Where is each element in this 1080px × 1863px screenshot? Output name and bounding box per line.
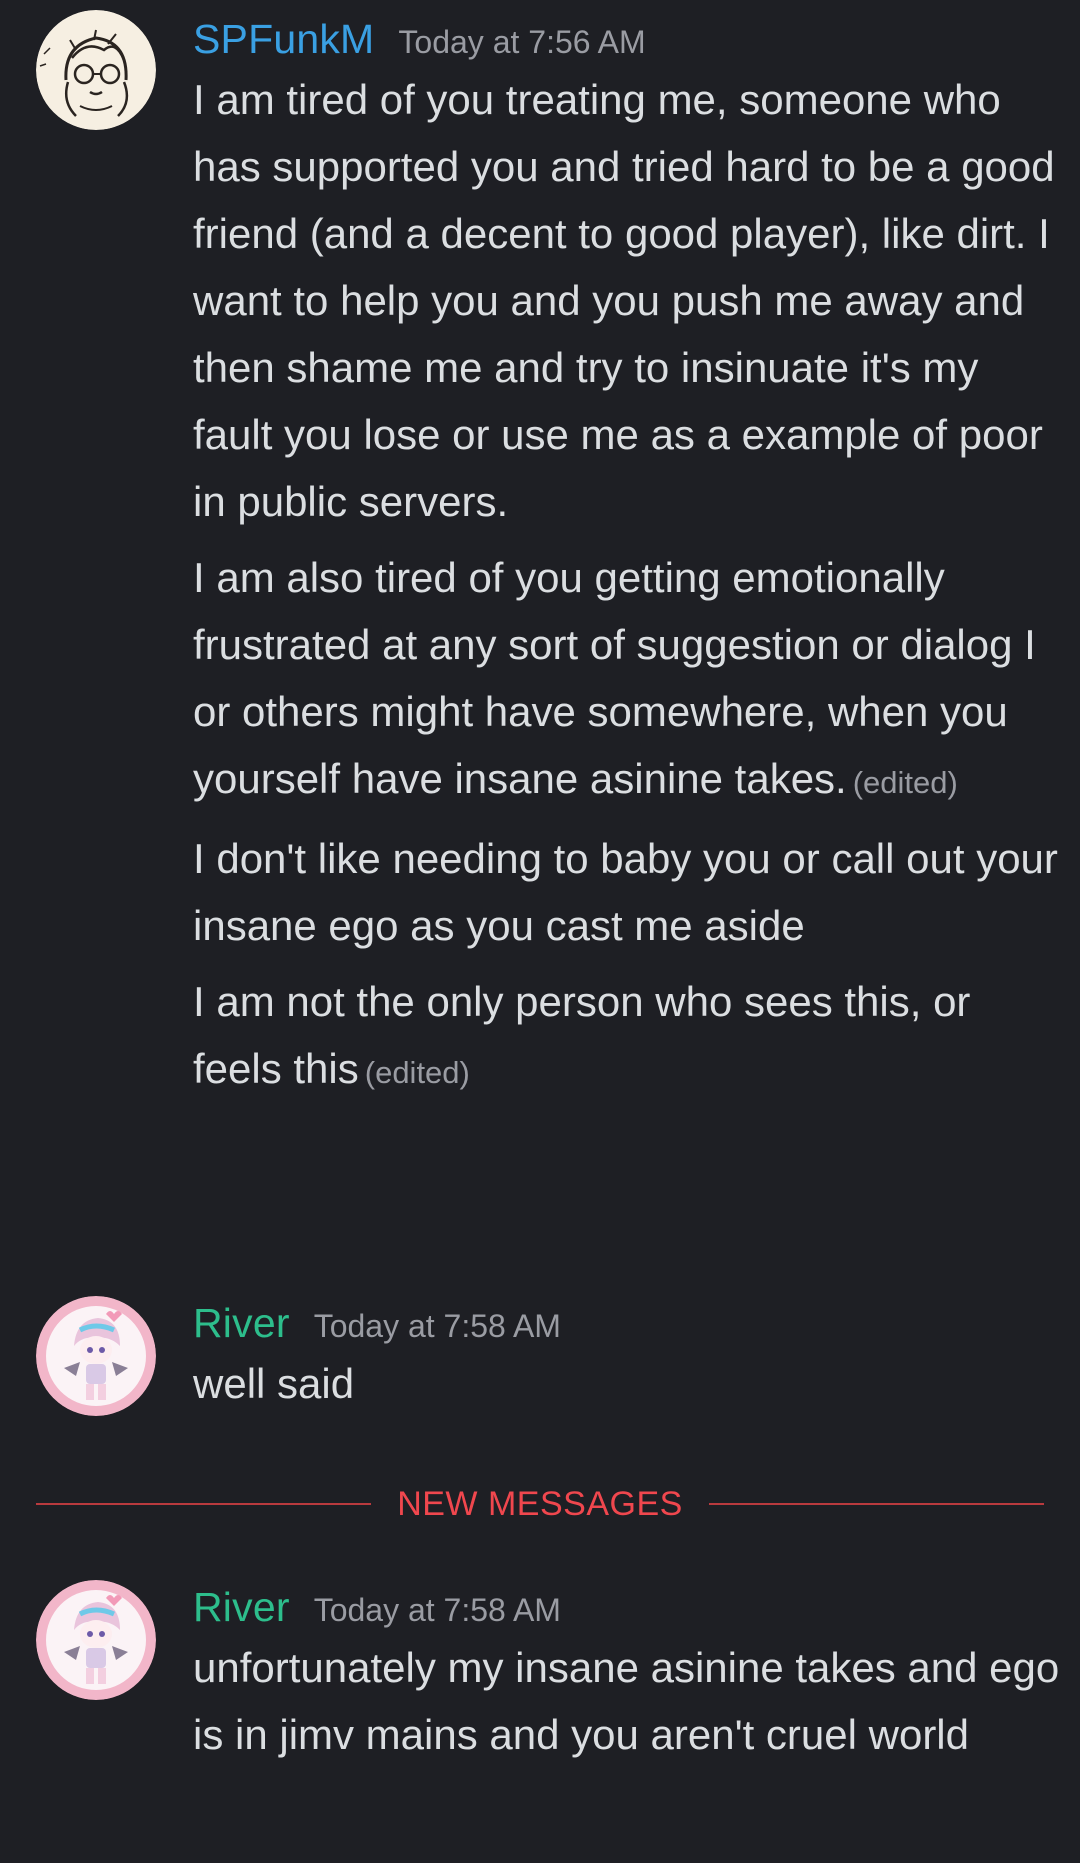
message-header: SPFunkM Today at 7:56 AM [193,16,1062,66]
timestamp: Today at 7:58 AM [313,1592,561,1628]
edited-indicator: (edited) [852,765,958,800]
message-header: River Today at 7:58 AM [193,1584,1062,1634]
message-header: River Today at 7:58 AM [193,1300,1062,1350]
message-text: unfortunately my insane asinine takes an… [193,1644,1060,1758]
username[interactable]: SPFunkM [193,16,374,63]
username[interactable]: River [193,1584,290,1631]
sketch-avatar-icon [36,10,156,130]
new-messages-divider: NEW MESSAGES [36,1484,1045,1524]
message-text: I am also tired of you getting emotional… [193,554,1036,802]
divider-line [708,1503,1045,1505]
chat-messages: SPFunkM Today at 7:56 AM I am tired of y… [0,0,1080,1863]
chibi-avatar-icon [36,1580,156,1700]
divider-line [36,1503,372,1505]
avatar[interactable] [36,1296,156,1416]
username[interactable]: River [193,1300,290,1347]
message-text: I am not the only person who sees this, … [193,978,971,1092]
avatar[interactable] [36,1580,156,1700]
edited-indicator: (edited) [364,1055,470,1090]
timestamp: Today at 7:56 AM [398,24,646,60]
message-text: well said [193,1360,355,1407]
chibi-avatar-icon [36,1296,156,1416]
message-text: I am tired of you treating me, someone w… [193,76,1055,525]
avatar[interactable] [36,10,156,130]
timestamp: Today at 7:58 AM [313,1308,561,1344]
message-text: I don't like needing to baby you or call… [193,835,1058,949]
new-messages-label: NEW MESSAGES [397,1484,683,1523]
